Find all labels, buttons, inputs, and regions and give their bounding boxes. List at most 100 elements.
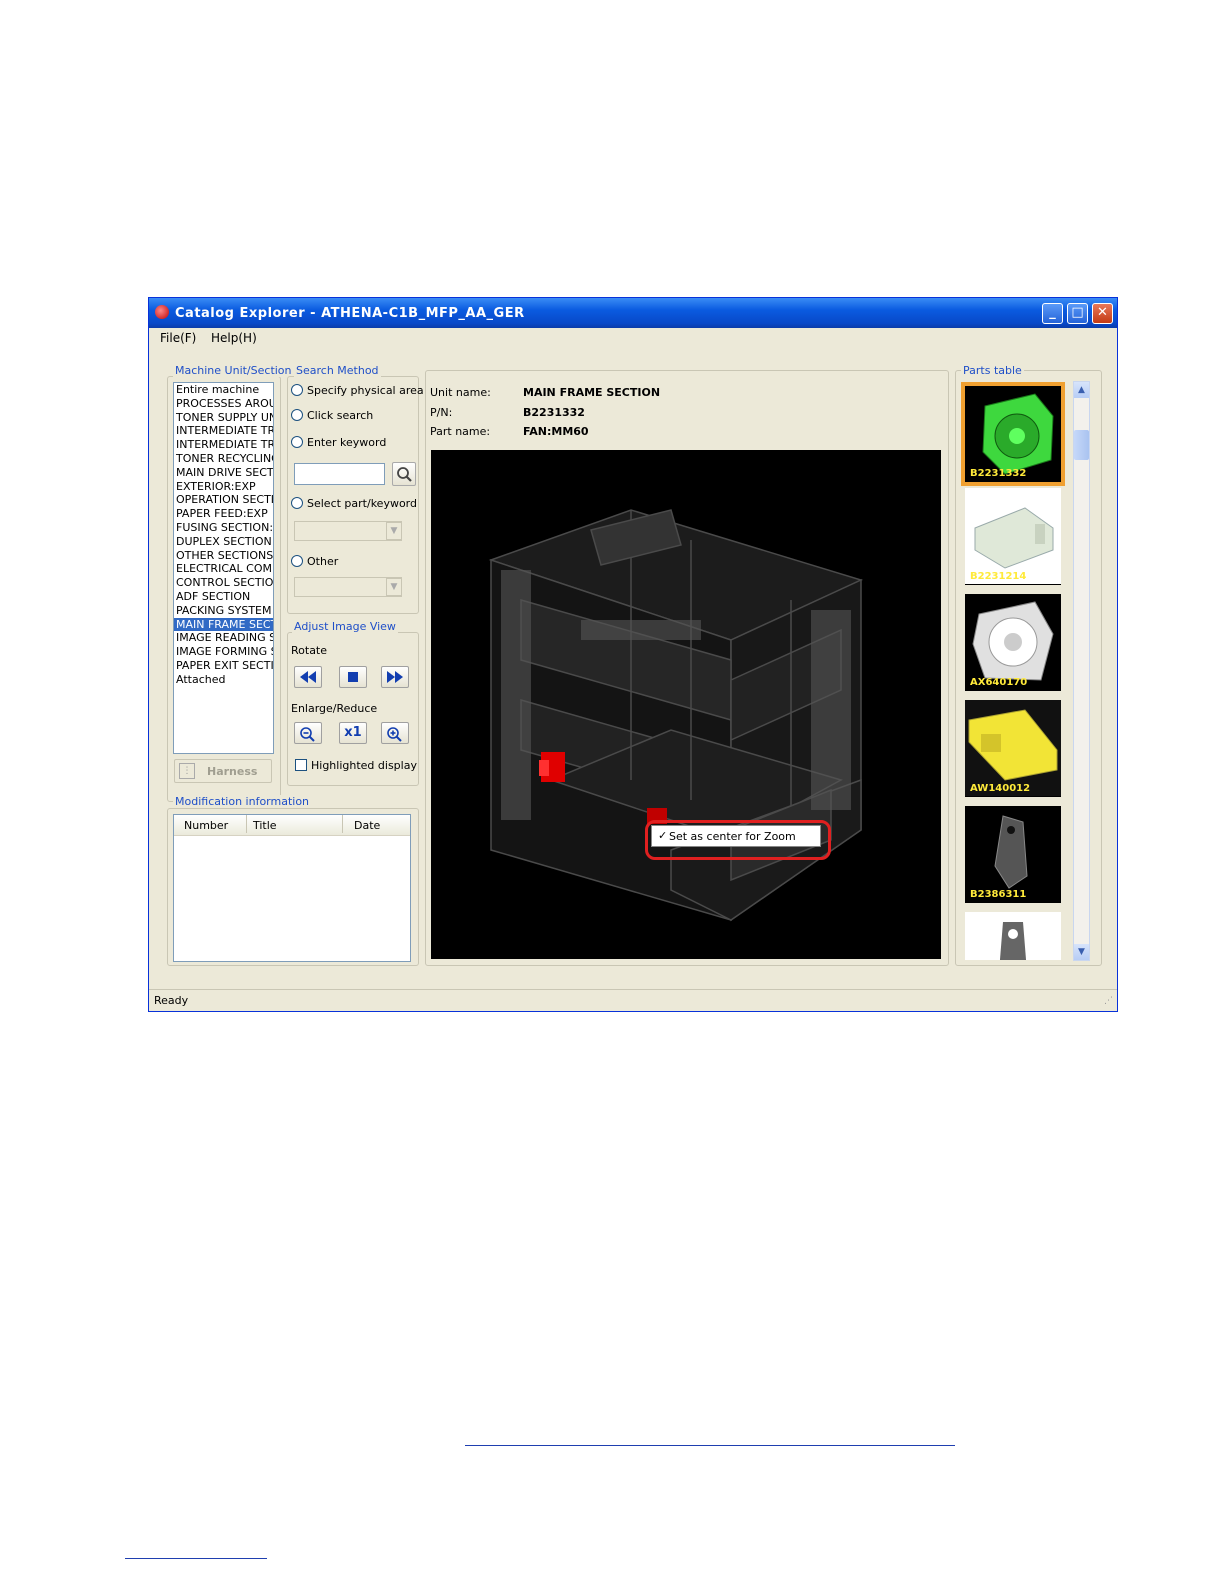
part-name-value: FAN:MM60 <box>523 425 589 438</box>
unit-list-item[interactable]: PAPER FEED:EXP <box>174 507 273 521</box>
unit-list-item[interactable]: INTERMEDIATE TR <box>174 438 273 452</box>
unit-list-item[interactable]: TONER RECYCLINC <box>174 452 273 466</box>
unit-list-item[interactable]: DUPLEX SECTION:I <box>174 535 273 549</box>
enlarge-reduce-label: Enlarge/Reduce <box>291 702 378 715</box>
unit-list-item[interactable]: OTHER SECTIONS: <box>174 549 273 563</box>
unit-name-label: Unit name: <box>430 386 491 399</box>
3d-viewer[interactable]: ✓ Set as center for Zoom <box>431 450 941 959</box>
unit-list-item[interactable]: MAIN FRAME SECT <box>174 617 273 632</box>
unit-list-item[interactable]: MAIN DRIVE SECTI <box>174 466 273 480</box>
unit-list-item[interactable]: FUSING SECTION:I <box>174 521 273 535</box>
zoom-in-button[interactable] <box>381 722 409 744</box>
modification-header: Number Title Date <box>174 815 410 836</box>
unit-list-item[interactable]: IMAGE READING S <box>174 631 273 645</box>
zoom-out-button[interactable] <box>294 722 322 744</box>
close-button[interactable]: ✕ <box>1092 303 1113 324</box>
scroll-down-arrow[interactable]: ▼ <box>1074 944 1089 960</box>
unit-list-item[interactable]: TONER SUPPLY UN <box>174 411 273 425</box>
status-text: Ready <box>154 994 189 1007</box>
zoom-reset-label: x1 <box>344 725 362 740</box>
resize-grip-icon[interactable]: ⋰ <box>1104 996 1113 1006</box>
unit-list-item[interactable]: INTERMEDIATE TR <box>174 424 273 438</box>
col-date[interactable]: Date <box>354 819 380 832</box>
part-name-label: Part name: <box>430 425 491 438</box>
unit-list-item[interactable]: EXTERIOR:EXP <box>174 480 273 494</box>
option-other-label: Other <box>307 555 339 568</box>
part-thumbnail[interactable] <box>965 912 1061 960</box>
part-number-label: B2386311 <box>970 889 1027 900</box>
unit-name-value: MAIN FRAME SECTION <box>523 386 661 399</box>
yellow-bracket-part-image <box>965 700 1061 796</box>
radio-enter-keyword[interactable] <box>291 436 303 448</box>
parts-scrollbar[interactable]: ▲ ▼ <box>1073 381 1090 961</box>
parts-thumbnail-list[interactable]: B2231332 B2231214 AX640170 AW140012 B2386311 <box>961 380 1071 960</box>
unit-list-item[interactable]: Attached <box>174 673 273 687</box>
keyword-search-button[interactable] <box>392 462 416 486</box>
rotate-right-button[interactable] <box>381 666 409 688</box>
col-title[interactable]: Title <box>253 819 277 832</box>
col-number[interactable]: Number <box>184 819 228 832</box>
minimize-icon: _ <box>1049 305 1056 320</box>
highlighted-display-label: Highlighted display <box>311 759 417 772</box>
rotate-stop-button[interactable] <box>339 666 367 688</box>
zoom-reset-button[interactable]: x1 <box>339 722 367 744</box>
select-part-dropdown-arrow[interactable]: ▼ <box>386 522 402 540</box>
unit-list-item[interactable]: ELECTRICAL COMF <box>174 562 273 576</box>
menu-help[interactable]: Help(H) <box>211 331 257 345</box>
maximize-button[interactable]: □ <box>1067 303 1088 324</box>
title-bar[interactable]: Catalog Explorer - ATHENA-C1B_MFP_AA_GER… <box>149 298 1117 328</box>
part-thumbnail[interactable]: B2231214 <box>965 488 1061 585</box>
pn-label: P/N: <box>430 406 453 419</box>
radio-other[interactable] <box>291 555 303 567</box>
footer-link-underline <box>125 1558 267 1559</box>
magnifier-icon <box>397 467 412 482</box>
unit-list-item[interactable]: IMAGE FORMING S <box>174 645 273 659</box>
other-dropdown-arrow[interactable]: ▼ <box>386 578 402 596</box>
unit-list-item[interactable]: PACKING SYSTEM <box>174 604 273 618</box>
menu-bar: File(F) Help(H) <box>149 328 1117 348</box>
option-enter-keyword-label: Enter keyword <box>307 436 387 449</box>
unit-list-item[interactable]: PAPER EXIT SECTI <box>174 659 273 673</box>
part-number-label: B2231332 <box>970 468 1027 479</box>
bracket-part-image <box>965 488 1061 584</box>
part-thumbnail[interactable]: B2386311 <box>965 806 1061 903</box>
modification-table[interactable]: Number Title Date <box>173 814 411 962</box>
machine-frame-image <box>488 509 864 922</box>
highlighted-display-checkbox[interactable] <box>295 759 307 771</box>
status-bar: Ready ⋰ <box>149 989 1117 1012</box>
scroll-thumb[interactable] <box>1074 430 1089 460</box>
parts-table-label: Parts table <box>961 364 1024 377</box>
context-menu[interactable]: ✓ Set as center for Zoom <box>651 825 821 847</box>
harness-button[interactable]: ⋮ Harness <box>174 759 272 783</box>
part-thumbnail[interactable]: B2231332 <box>961 382 1065 486</box>
zoom-out-icon <box>300 727 315 742</box>
machine-unit-list[interactable]: Entire machine PROCESSES AROU TONER SUPPLY… <box>173 382 274 754</box>
radio-select-part[interactable] <box>291 497 303 509</box>
keyword-input[interactable] <box>294 463 385 485</box>
minimize-button[interactable]: _ <box>1042 303 1063 324</box>
app-icon <box>155 305 169 319</box>
zoom-in-icon <box>387 727 402 742</box>
unit-list-item[interactable]: Entire machine <box>174 383 273 397</box>
radio-specify-area[interactable] <box>291 384 303 396</box>
close-icon: ✕ <box>1097 305 1108 320</box>
unit-list-item[interactable]: ADF SECTION <box>174 590 273 604</box>
link-underline <box>465 1445 955 1446</box>
unit-list-item[interactable]: PROCESSES AROU <box>174 397 273 411</box>
adjust-view-label: Adjust Image View <box>292 620 398 633</box>
modification-label: Modification information <box>173 795 312 808</box>
pn-value: B2231332 <box>523 406 585 419</box>
part-thumbnail[interactable]: AX640170 <box>965 594 1061 691</box>
menu-file[interactable]: File(F) <box>160 331 196 345</box>
part-thumbnail[interactable]: AW140012 <box>965 700 1061 797</box>
rewind-icon <box>300 671 316 683</box>
scroll-up-arrow[interactable]: ▲ <box>1074 382 1089 398</box>
context-menu-set-center[interactable]: Set as center for Zoom <box>669 830 796 843</box>
unit-list-item[interactable]: CONTROL SECTIOI <box>174 576 273 590</box>
metal-clip-part-image <box>994 815 1028 889</box>
stop-icon <box>348 672 358 682</box>
unit-list-item[interactable]: OPERATION SECTI <box>174 493 273 507</box>
rotate-left-button[interactable] <box>294 666 322 688</box>
radio-click-search[interactable] <box>291 409 303 421</box>
plate-part-image <box>965 912 1061 960</box>
